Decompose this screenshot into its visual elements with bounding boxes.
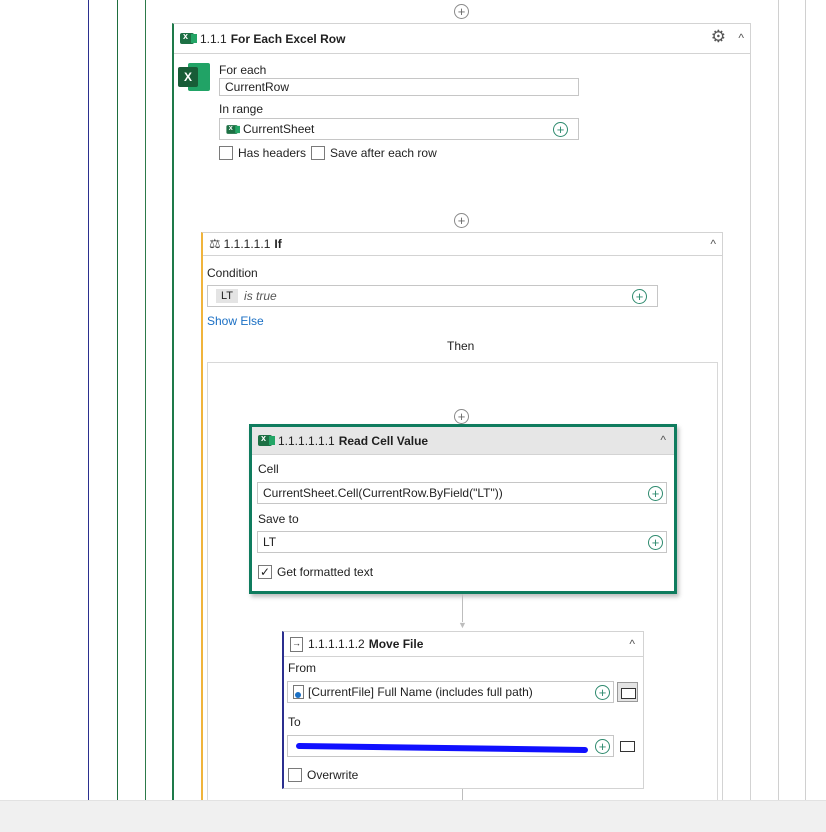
condition-text: is true (244, 289, 277, 303)
save-after-each-row-label: Save after each row (330, 146, 437, 160)
collapse-chevron-icon[interactable]: ^ (629, 637, 635, 651)
nesting-line-1 (88, 0, 89, 800)
move-file-header[interactable]: → 1.1.1.1.1.2 Move File ^ (284, 632, 643, 657)
folder-icon (621, 688, 636, 699)
sequence-connector (462, 789, 463, 800)
get-formatted-text-label: Get formatted text (277, 565, 374, 579)
excel-sheet-icon (226, 123, 241, 134)
add-expression-icon[interactable]: + (648, 486, 663, 501)
if-condition-icon: ⚖ (209, 236, 221, 251)
overwrite-label: Overwrite (307, 768, 359, 782)
add-expression-icon[interactable]: + (595, 685, 610, 700)
condition-field[interactable]: LT is true + (207, 285, 658, 307)
save-to-label: Save to (258, 512, 299, 526)
connector-arrow-icon: ▼ (458, 620, 467, 630)
save-to-value: LT (263, 535, 277, 549)
add-activity-icon[interactable]: + (454, 409, 469, 424)
has-headers-option[interactable]: Has headers Save after each row (219, 146, 437, 160)
collapse-chevron-icon[interactable]: ^ (738, 31, 744, 45)
add-expression-icon[interactable]: + (648, 535, 663, 550)
for-each-variable-field[interactable]: CurrentRow (219, 78, 579, 96)
add-activity-icon[interactable]: + (454, 4, 469, 19)
if-title: If (274, 237, 282, 251)
read-cell-index: 1.1.1.1.1.1 (278, 433, 335, 448)
overwrite-checkbox[interactable] (288, 768, 302, 782)
browse-folder-button[interactable] (617, 682, 638, 702)
nesting-line-2 (117, 0, 118, 800)
from-field[interactable]: [CurrentFile] Full Name (includes full p… (287, 681, 614, 703)
get-formatted-text-checkbox[interactable]: ✓ (258, 565, 272, 579)
condition-label: Condition (207, 266, 258, 280)
show-else-link[interactable]: Show Else (207, 314, 264, 328)
cell-label: Cell (258, 462, 279, 476)
from-value: [CurrentFile] Full Name (includes full p… (308, 685, 533, 699)
nesting-line-3 (145, 0, 146, 800)
bottom-status-bar (0, 800, 826, 832)
read-cell-title: Read Cell Value (338, 433, 429, 448)
move-file-icon: → (290, 636, 303, 652)
if-header[interactable]: ⚖ 1.1.1.1.1 If ^ (203, 233, 722, 256)
folder-icon (620, 741, 635, 752)
for-each-index: 1.1.1 (200, 31, 227, 46)
add-activity-icon[interactable]: + (454, 213, 469, 228)
save-after-each-row-checkbox[interactable] (311, 146, 326, 160)
for-each-title: For Each Excel Row (230, 31, 346, 46)
to-field[interactable]: + (287, 735, 614, 757)
redacted-path-icon (295, 742, 589, 754)
collapse-chevron-icon[interactable]: ^ (660, 433, 666, 447)
from-label: From (288, 661, 316, 675)
excel-icon (180, 31, 197, 44)
get-formatted-text-option[interactable]: ✓ Get formatted text (258, 565, 373, 579)
excel-large-icon: X (178, 63, 210, 91)
save-to-field[interactable]: LT + (257, 531, 667, 553)
has-headers-label: Has headers (238, 146, 307, 160)
read-cell-header[interactable]: 1.1.1.1.1.1 Read Cell Value ^ (252, 427, 674, 455)
cell-value: CurrentSheet.Cell(CurrentRow.ByField("LT… (263, 486, 503, 500)
then-label: Then (447, 339, 475, 353)
to-label: To (288, 715, 301, 729)
right-border-line (778, 0, 779, 800)
in-range-label: In range (219, 102, 264, 116)
move-file-title: Move File (368, 637, 424, 651)
browse-folder-button[interactable] (617, 736, 638, 756)
right-border-line-2 (805, 0, 806, 800)
move-file-card[interactable]: → 1.1.1.1.1.2 Move File ^ (282, 631, 644, 789)
in-range-value: CurrentSheet (243, 122, 315, 136)
cell-field[interactable]: CurrentSheet.Cell(CurrentRow.ByField("LT… (257, 482, 667, 504)
add-expression-icon[interactable]: + (595, 739, 610, 754)
file-variable-icon (293, 685, 304, 699)
excel-icon (258, 433, 275, 446)
sequence-connector (462, 594, 463, 622)
has-headers-checkbox[interactable] (219, 146, 233, 160)
collapse-chevron-icon[interactable]: ^ (710, 237, 716, 251)
in-range-field[interactable]: CurrentSheet + (219, 118, 579, 140)
for-each-header[interactable]: 1.1.1 For Each Excel Row ⚙ ^ (174, 24, 750, 54)
if-index: 1.1.1.1.1 (223, 237, 271, 251)
overwrite-option[interactable]: Overwrite (288, 768, 358, 782)
settings-gear-icon[interactable]: ⚙ (711, 27, 726, 47)
add-expression-icon[interactable]: + (553, 122, 568, 137)
add-expression-icon[interactable]: + (632, 289, 647, 304)
for-each-variable-value: CurrentRow (225, 80, 290, 94)
for-each-label: For each (219, 63, 267, 77)
condition-token: LT (216, 289, 239, 303)
move-file-index: 1.1.1.1.1.2 (308, 637, 365, 651)
